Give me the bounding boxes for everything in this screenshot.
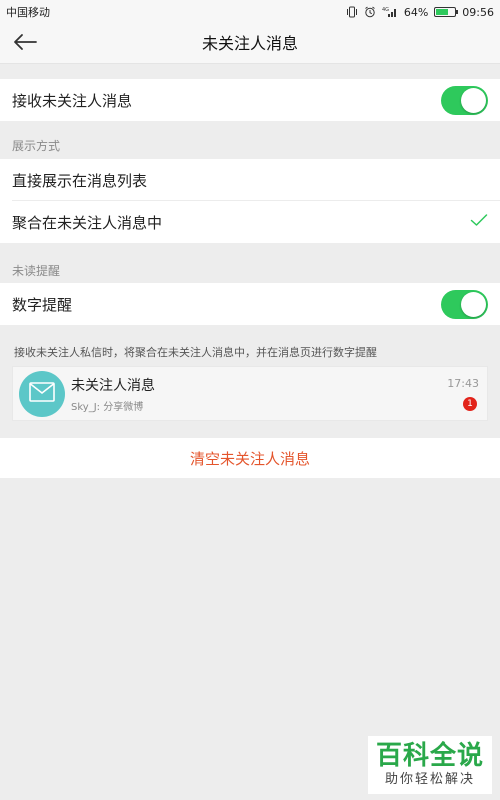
receive-messages-row[interactable]: 接收未关注人消息 [0,79,500,121]
4g-signal-icon: 4G [382,6,398,18]
vibrate-icon [346,6,358,18]
display-option-aggregate-label: 聚合在未关注人消息中 [12,213,163,232]
toggle-knob [461,87,486,113]
number-alert-toggle[interactable] [441,289,488,319]
nav-bar: 未关注人消息 [0,24,500,64]
hint-text: 接收未关注人私信时，将聚合在未关注人消息中，并在消息页进行数字提醒 [14,346,377,359]
status-bar: 中国移动 4G 64% 09:56 [0,0,500,24]
svg-text:4G: 4G [382,7,389,13]
battery-icon [434,7,459,17]
battery-level-fill [436,9,448,15]
checkmark-icon [470,213,488,231]
message-time: 17:43 [447,376,479,390]
clock: 09:56 [462,5,494,19]
arrow-left-icon [12,33,38,55]
message-meta: 17:43 1 [431,371,481,417]
receive-messages-label: 接收未关注人消息 [12,91,133,110]
status-icons: 4G 64% 09:56 [346,6,494,19]
display-option-aggregate-row[interactable]: 聚合在未关注人消息中 [0,201,500,243]
alarm-icon [364,6,376,18]
number-alert-label: 数字提醒 [12,295,73,314]
watermark-title: 百科全说 [375,741,484,771]
watermark-subtitle: 助你轻松解决 [384,772,475,787]
back-button[interactable] [10,30,40,58]
envelope-icon [29,381,55,406]
display-option-list-row[interactable]: 直接展示在消息列表 [0,159,500,201]
page-title: 未关注人消息 [201,34,298,53]
watermark-logo: 百科全说 助你轻松解决 [368,736,492,794]
display-option-list-label: 直接展示在消息列表 [12,171,148,190]
avatar [19,370,65,417]
receive-messages-toggle[interactable] [441,85,488,115]
unread-section-header: 未读提醒 [12,264,61,278]
message-body: 未关注人消息 Sky_J: 分享微博 [65,375,431,413]
display-section-header: 展示方式 [12,139,61,153]
message-title: 未关注人消息 [71,377,155,394]
battery-percent: 64% [403,5,429,19]
clear-messages-button[interactable]: 清空未关注人消息 [0,438,500,478]
message-preview-text: Sky_J: 分享微博 [71,401,144,413]
number-alert-row[interactable]: 数字提醒 [0,283,500,325]
message-preview-card[interactable]: 未关注人消息 Sky_J: 分享微博 17:43 1 [12,366,488,421]
unread-badge: 1 [463,396,477,411]
toggle-knob [461,291,486,317]
carrier-label: 中国移动 [6,6,50,19]
